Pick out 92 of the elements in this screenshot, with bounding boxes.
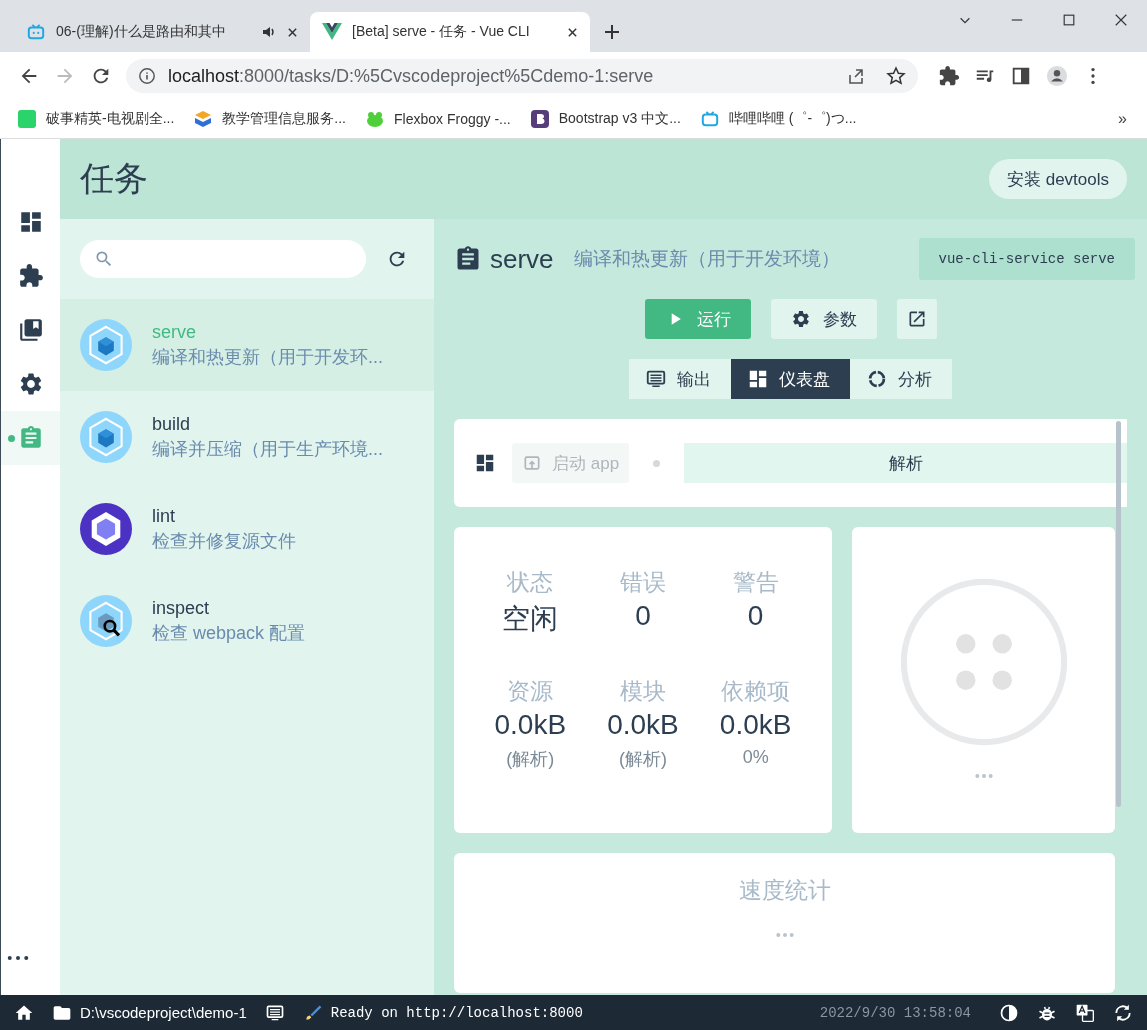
square-logo	[18, 110, 36, 128]
v-logo-icon	[322, 23, 342, 41]
task-name: inspect	[152, 597, 211, 619]
stat-note: (解析)	[619, 748, 667, 771]
stat-label: 依赖项	[721, 677, 791, 706]
tv-icon	[700, 110, 719, 128]
status-time: 2022/9/30 13:58:04	[819, 1004, 971, 1021]
books-icon	[17, 317, 44, 343]
bookmark[interactable]: 哔哩哔哩 (゜-゜)つ...	[700, 110, 857, 128]
b-logo	[530, 110, 549, 128]
tv-icon	[26, 23, 46, 41]
stat-value: 空闲	[502, 602, 559, 636]
task-name: build	[152, 413, 192, 435]
stat-value: 0.0kB	[494, 709, 567, 741]
stat-note: (解析)	[506, 748, 555, 771]
view-tab[interactable]: 分析	[850, 359, 952, 399]
task-item[interactable]: lint 检查并修复源文件	[60, 483, 434, 575]
upload-window-icon	[522, 453, 542, 473]
address-bar[interactable]: localhost:8000/tasks/D:%5Cvscodeproject%5Cdemo-1:serve	[126, 59, 918, 93]
parameters-button[interactable]: 参数	[770, 299, 877, 339]
page-title: 任务	[80, 158, 149, 199]
puzzle-icon	[17, 263, 44, 289]
browser-tab[interactable]: [Beta] serve - 任务 - Vue CLI	[310, 12, 590, 52]
stat-label: 错误	[620, 568, 666, 597]
open-external-button[interactable]	[896, 299, 937, 339]
ring-icon	[866, 368, 888, 390]
more-bookmarks-button[interactable]: »	[1118, 110, 1127, 128]
side-panel-icon[interactable]	[1010, 65, 1032, 87]
install-devtools-button[interactable]: 安装 devtools	[988, 159, 1127, 199]
status-dot-icon	[653, 459, 661, 467]
sync-icon[interactable]	[1113, 1002, 1133, 1023]
bookmark[interactable]: Bootstrap v3 中文...	[530, 110, 681, 128]
speaker-icon[interactable]	[261, 24, 277, 40]
view-tab[interactable]: 输出	[629, 359, 731, 399]
search-field[interactable]	[80, 240, 366, 278]
share-icon[interactable]	[846, 66, 866, 86]
stat-label: 警告	[732, 568, 779, 597]
stat-label: 模块	[620, 677, 666, 706]
view-tab[interactable]: 仪表盘	[731, 359, 850, 399]
star-icon[interactable]	[886, 66, 906, 86]
contrast-icon[interactable]	[999, 1002, 1019, 1023]
task-description: 编译和热更新（用于开发环境）	[573, 247, 840, 271]
task-item[interactable]: inspect 检查 webpack 配置	[60, 575, 434, 667]
task-description: 编译和热更新（用于开发环...	[152, 345, 383, 369]
tab-title: [Beta] serve - 任务 - Vue CLI	[352, 23, 531, 41]
dashboard-icon	[747, 368, 769, 390]
bookmark[interactable]: 破事精英-电视剧全...	[18, 110, 175, 128]
task-description: 检查并修复源文件	[152, 529, 296, 553]
info-icon	[138, 67, 156, 85]
bookmark[interactable]: 教学管理信息服务...	[194, 110, 346, 128]
tab-title: 06-(理解)什么是路由和其中	[56, 23, 227, 41]
close-icon[interactable]	[1114, 13, 1128, 27]
task-name: lint	[152, 505, 176, 527]
close-icon[interactable]	[287, 26, 298, 38]
speed-stats-title: 速度统计	[738, 876, 831, 905]
task-name: serve	[152, 321, 197, 343]
project-folder-button[interactable]: D:\vscodeproject\demo-1	[52, 1002, 247, 1023]
task-description: 检查 webpack 配置	[152, 621, 306, 645]
search-icon	[94, 249, 114, 269]
new-tab-icon[interactable]	[604, 24, 620, 40]
frog-icon	[366, 110, 384, 128]
analysis-panel: 解析	[684, 443, 1127, 483]
active-dot-icon	[8, 435, 15, 442]
dashboard-icon[interactable]	[474, 452, 496, 474]
bookmark[interactable]: Flexbox Froggy -...	[366, 110, 511, 128]
profile-icon[interactable]	[1046, 65, 1068, 87]
task-description: 编译并压缩（用于生产环境...	[152, 437, 383, 461]
task-item[interactable]: build 编译并压缩（用于生产环境...	[60, 391, 434, 483]
cube-magnifier-icon	[80, 595, 132, 647]
monitor-icon	[645, 368, 667, 390]
stat-value: 0.0kB	[719, 709, 792, 741]
puzzle-icon[interactable]	[938, 65, 960, 87]
translate-icon[interactable]	[1075, 1002, 1095, 1023]
layers-logo	[194, 110, 213, 128]
command-label: vue-cli-service serve	[918, 238, 1135, 280]
loading-dots-icon	[774, 932, 795, 938]
stat-label: 资源	[507, 677, 554, 706]
cube-icon	[80, 411, 132, 463]
status-message: Ready on http://localhost:8000	[330, 1004, 583, 1021]
maximize-icon[interactable]	[1062, 13, 1076, 27]
loading-dots-icon	[973, 773, 994, 779]
close-icon[interactable]	[567, 26, 578, 38]
stat-note: 0%	[742, 747, 769, 768]
stat-value: 0	[635, 600, 651, 632]
stat-value: 0	[747, 600, 764, 632]
stat-label: 状态	[507, 568, 554, 597]
task-title: serve	[490, 243, 554, 275]
browser-tab[interactable]: 06-(理解)什么是路由和其中	[14, 12, 310, 52]
gear-icon	[790, 309, 811, 329]
cube-icon	[80, 319, 132, 371]
more-icon[interactable]	[7, 955, 29, 961]
stat-value: 0.0kB	[607, 709, 679, 741]
